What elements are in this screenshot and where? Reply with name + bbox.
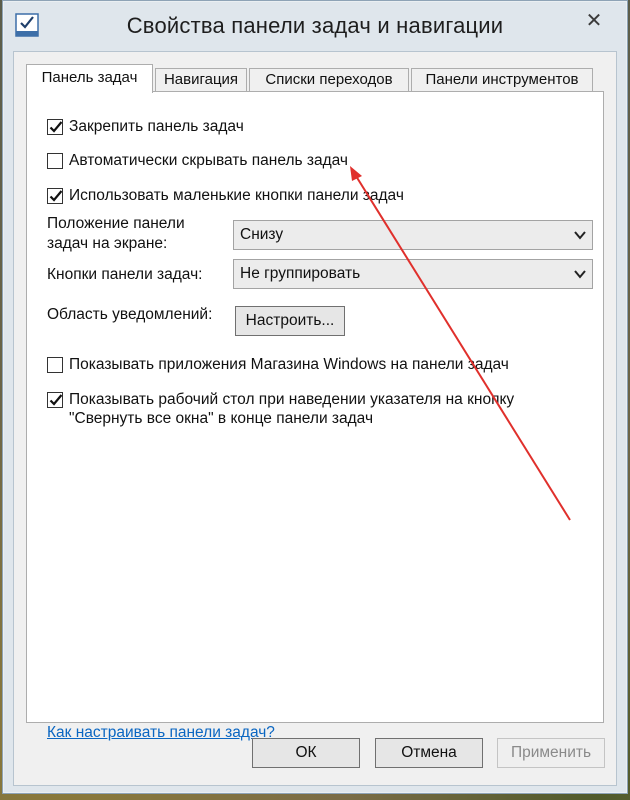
properties-dialog: Свойства панели задач и навигации ✕ Пане…	[2, 0, 628, 794]
close-icon: ✕	[585, 9, 603, 32]
checkbox-label: Показывать приложения Магазина Windows н…	[69, 356, 509, 373]
store-apps-checkbox[interactable]: Показывать приложения Магазина Windows н…	[47, 356, 509, 374]
checkbox-box[interactable]	[47, 153, 63, 169]
cancel-button[interactable]: Отмена	[375, 738, 483, 768]
help-link[interactable]: Как настраивать панели задач?	[47, 724, 275, 742]
chevron-down-icon	[574, 231, 586, 240]
check-icon	[49, 121, 63, 133]
checkbox-box[interactable]	[47, 392, 63, 408]
buttons-grouping-value: Не группировать	[240, 265, 361, 282]
chevron-down-icon	[574, 270, 586, 279]
peek-desktop-checkbox[interactable]: Показывать рабочий стол при наведении ук…	[47, 390, 514, 428]
tab-label: Навигация	[163, 71, 239, 88]
apply-button[interactable]: Применить	[497, 738, 605, 768]
position-label-line1: Положение панели	[47, 215, 185, 232]
buttons-grouping-select[interactable]: Не группировать	[233, 259, 593, 289]
checkbox-label: Показывать рабочий стол при наведении ук…	[69, 390, 514, 428]
checkbox-box[interactable]	[47, 119, 63, 135]
checkbox-label: Закрепить панель задач	[69, 118, 244, 135]
tab-navigation[interactable]: Навигация	[155, 68, 247, 92]
taskbar-tab-panel: Закрепить панель задач Автоматически скр…	[26, 91, 604, 741]
window-title: Свойства панели задач и навигации	[126, 13, 504, 38]
ok-button[interactable]: ОК	[252, 738, 360, 768]
tab-label: Панель задач	[41, 69, 138, 86]
checkbox-label: Использовать маленькие кнопки панели зад…	[69, 187, 404, 204]
peek-label-line2: "Свернуть все окна" в конце панели задач	[69, 410, 374, 427]
check-icon	[49, 394, 63, 406]
notification-area-label: Область уведомлений:	[47, 306, 213, 323]
buttons-grouping-label: Кнопки панели задач:	[47, 266, 203, 283]
checkbox-box[interactable]	[47, 188, 63, 204]
position-value: Снизу	[240, 226, 284, 243]
small-buttons-checkbox[interactable]: Использовать маленькие кнопки панели зад…	[47, 187, 404, 205]
checkbox-box[interactable]	[47, 357, 63, 373]
peek-label-line1: Показывать рабочий стол при наведении ук…	[69, 391, 515, 408]
customize-button[interactable]: Настроить...	[235, 306, 345, 336]
lock-taskbar-checkbox[interactable]: Закрепить панель задач	[47, 118, 244, 136]
tab-label: Списки переходов	[265, 71, 393, 88]
position-label: Положение панели задач на экране:	[47, 214, 185, 254]
position-select[interactable]: Снизу	[233, 220, 593, 250]
checkbox-label: Автоматически скрывать панель задач	[69, 152, 349, 169]
tab-toolbars[interactable]: Панели инструментов	[411, 68, 593, 92]
check-icon	[49, 190, 63, 202]
tab-jump-lists[interactable]: Списки переходов	[249, 68, 409, 92]
tab-taskbar[interactable]: Панель задач	[26, 64, 153, 93]
dialog-client-area: Панель задач Навигация Списки переходов …	[13, 51, 617, 786]
title-bar[interactable]: Свойства панели задач и навигации ✕	[3, 1, 627, 51]
tab-label: Панели инструментов	[425, 71, 579, 88]
close-button[interactable]: ✕	[571, 5, 617, 35]
autohide-checkbox[interactable]: Автоматически скрывать панель задач	[47, 152, 348, 170]
position-label-line2: задач на экране:	[47, 235, 168, 252]
